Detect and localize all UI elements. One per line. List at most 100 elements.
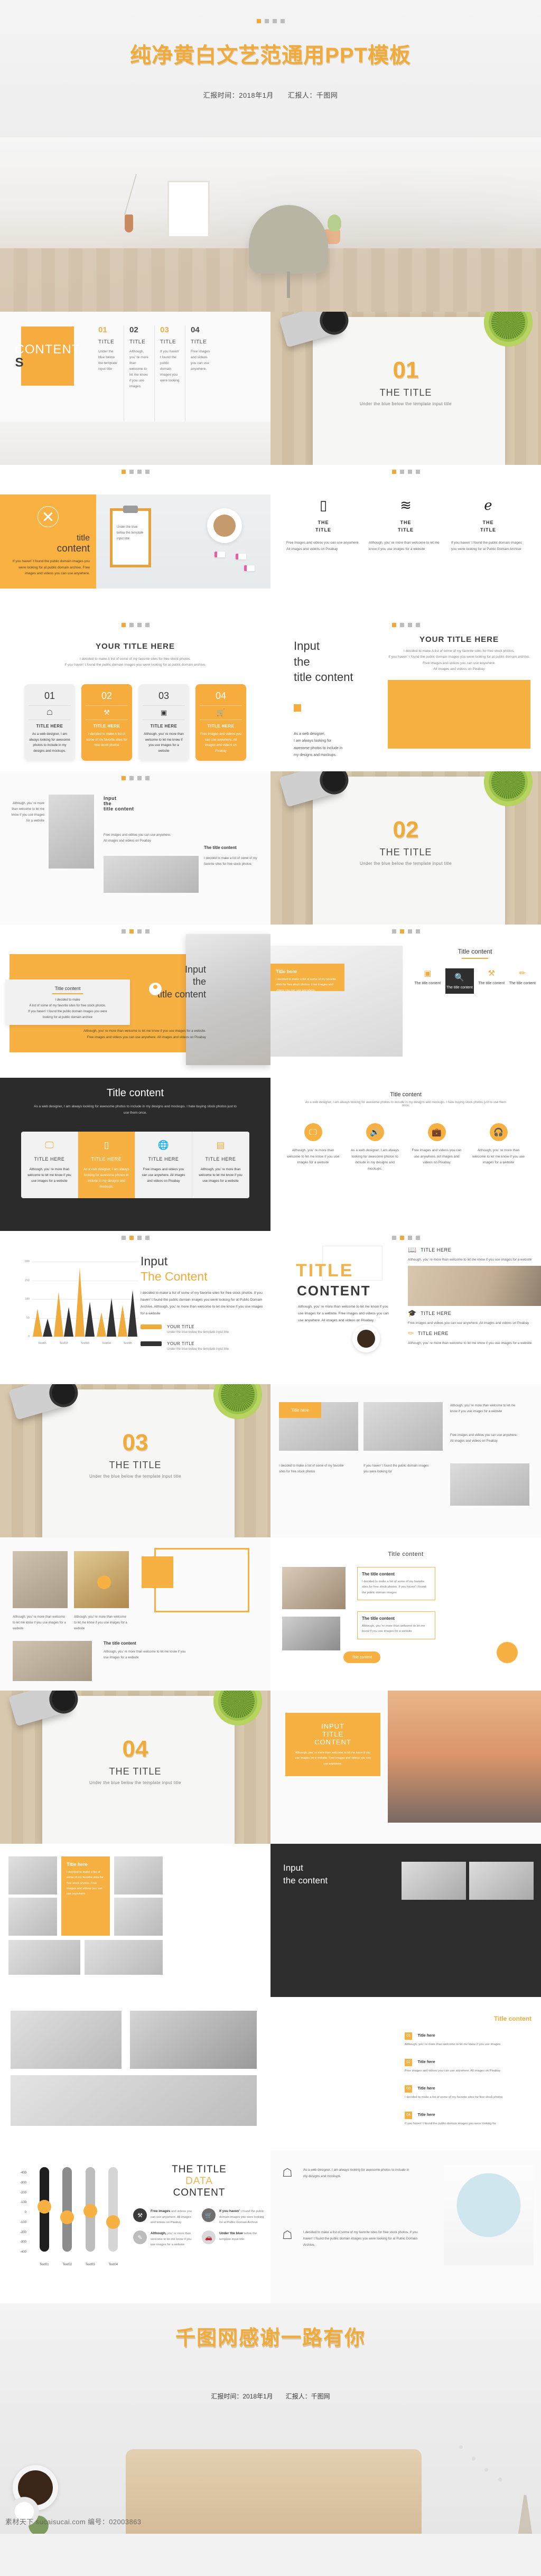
dark-cell-4[interactable]: ▤ TITLE HERE Although, you’ re more than… bbox=[192, 1131, 249, 1199]
icon-cell-2[interactable]: ≋ THE TITLE Although, you’ re more than w… bbox=[365, 498, 447, 552]
caption-title: The title content bbox=[204, 845, 237, 850]
slider-knob[interactable] bbox=[37, 2200, 51, 2214]
card-01[interactable]: 01 ☖ TITLE HERE As a web designer, I am … bbox=[24, 684, 75, 761]
card-text: As a web designer, I am always looking f… bbox=[29, 732, 70, 753]
side-text: If you haven’ t found the public domain … bbox=[363, 1464, 429, 1474]
split-body: Although, you’ re more than welcome to l… bbox=[298, 1305, 389, 1322]
camera-cards-title: Title content bbox=[388, 1551, 424, 1557]
slider-item-4[interactable]: 🚗 Under the blue below the template inpu… bbox=[202, 2230, 265, 2247]
col-num: 02 bbox=[129, 325, 138, 334]
slider-knob[interactable] bbox=[83, 2204, 97, 2218]
round-icon-1[interactable]: 🖵 Although, you’ re more than welcome to… bbox=[282, 1123, 344, 1172]
person-icon: ☖ bbox=[282, 2228, 293, 2242]
list-item-4[interactable]: 04 Title here If you haven’ t found the … bbox=[405, 2109, 531, 2126]
photo-wide bbox=[11, 2075, 257, 2126]
item-bold: Although, bbox=[151, 2232, 166, 2236]
panel-title-2: content bbox=[57, 543, 90, 554]
row-cards-input: YOUR TITLE HERE I decided to make A list… bbox=[0, 618, 541, 771]
icon-cell-3[interactable]: ℯ THE TITLE If you haven’ t found the pub… bbox=[447, 498, 529, 552]
dark-cell-2[interactable]: ▯ TITLE HERE As a web designer, I am alw… bbox=[78, 1131, 135, 1199]
desk-photo bbox=[408, 1266, 541, 1306]
dark-cell-3[interactable]: 🌐 TITLE HERE Free images and videos you … bbox=[135, 1131, 192, 1199]
item-title: TITLE HERE bbox=[421, 1247, 452, 1253]
cell-text: Although, you’ re more than welcome to l… bbox=[27, 1167, 71, 1183]
slider-item-1[interactable]: ⚒ Free images and videos you can use any… bbox=[133, 2208, 197, 2225]
contents-col-2[interactable]: 02 TITLE Although, you' re more than wel… bbox=[124, 325, 154, 423]
mini-card-3[interactable]: ⚒ The title content bbox=[478, 968, 505, 994]
city-cards-slide: Although, you’ re more than welcome to l… bbox=[0, 1537, 270, 1691]
slider-item-2[interactable]: 🛒 If you haven’ t found the public domai… bbox=[202, 2208, 265, 2225]
card-03[interactable]: 03 ▣ TITLE HERE Although, you’ re more t… bbox=[138, 684, 189, 761]
cell-text: Although, you’ re more than welcome to l… bbox=[199, 1167, 242, 1183]
legend-row-1: YOUR TITLE bbox=[141, 1324, 263, 1330]
slider-knob[interactable] bbox=[60, 2210, 74, 2224]
icon-cell-1[interactable]: ▯ THE TITLE Free images and videos you ca… bbox=[282, 498, 365, 552]
slider-track[interactable] bbox=[106, 2167, 120, 2252]
photo-5 bbox=[8, 1940, 80, 1975]
list-item-3[interactable]: 03 Title here I decided to make a list o… bbox=[405, 2083, 531, 2100]
orange-panel: INPUT TITLE CONTENT Although, you’ re mo… bbox=[285, 1713, 380, 1776]
box-text: Although, you’ re more than welcome to l… bbox=[362, 1625, 425, 1634]
monitor-icon: 🖵 bbox=[45, 1140, 54, 1150]
slider-track[interactable] bbox=[60, 2167, 74, 2252]
right-body: I decided to make A list of some of my f… bbox=[388, 649, 530, 671]
rose bbox=[5, 2497, 53, 2534]
cart-icon: 🛒 bbox=[202, 2208, 216, 2222]
round-icon-3[interactable]: 💼 Free images and videos you can use any… bbox=[406, 1123, 468, 1172]
bar bbox=[128, 1290, 138, 1337]
outline-box-1[interactable]: The title content I decided to make a li… bbox=[357, 1567, 435, 1601]
camera-cards-slide: Title content The title content I decide… bbox=[270, 1537, 541, 1691]
divider-title: THE TITLE bbox=[379, 847, 432, 857]
dot-indicator bbox=[270, 618, 541, 627]
caption-text: Although, you’ re more than welcome to l… bbox=[104, 1650, 186, 1659]
person-icon: ☖ bbox=[282, 2166, 293, 2179]
big-title: TITLE bbox=[296, 1261, 354, 1281]
orange-block: Title here I decided to make a list of s… bbox=[61, 1856, 110, 1936]
bar bbox=[42, 1319, 52, 1337]
x-tick-label: Text01 bbox=[38, 1342, 47, 1345]
location-pin-icon bbox=[149, 983, 162, 995]
eiffel-tower bbox=[518, 2486, 533, 2534]
four-round-icons-slide: Title content As a web designer, I am al… bbox=[270, 1078, 541, 1231]
card-text: Although, you’ re more than welcome to l… bbox=[144, 732, 184, 753]
outline-box-2[interactable]: The title content Although, you’ re more… bbox=[357, 1611, 435, 1639]
title-list-slide: Title content 01 Title here Although, yo… bbox=[270, 1997, 541, 2150]
contents-col-1[interactable]: 01 TITLE Under the blue below the templa… bbox=[93, 325, 124, 423]
mini-card-2[interactable]: 🔍 The title content bbox=[445, 968, 474, 994]
x-tick-label: Text01 bbox=[39, 2263, 49, 2266]
list-item-1[interactable]: 01 Title here Although, you’ re more tha… bbox=[405, 2030, 531, 2047]
bar-group bbox=[32, 1309, 52, 1337]
contents-col-4[interactable]: 04 TITLE Free images and videos you can … bbox=[185, 325, 216, 423]
slider-track[interactable] bbox=[83, 2167, 97, 2252]
round-icon-2[interactable]: 🔊 As a web designer, I am always looking… bbox=[344, 1123, 406, 1172]
mini-card-4[interactable]: ✏ The title content bbox=[509, 968, 536, 994]
dark-title: Title content bbox=[106, 1087, 164, 1099]
split-item-2[interactable]: 🎓 TITLE HERE Free images and videos you c… bbox=[408, 1309, 541, 1326]
y-tick-label: -400 bbox=[20, 2171, 26, 2174]
split-item-1[interactable]: 📖 TITLE HERE Although, you’ re more than … bbox=[408, 1246, 541, 1263]
slider-item-3[interactable]: ✎ Although, you’ re more than welcome to… bbox=[133, 2230, 197, 2247]
col-text: Free images and videos you can use anywh… bbox=[191, 350, 210, 371]
card-02[interactable]: 02 ⚒ TITLE HERE I decided to make A list… bbox=[81, 684, 132, 761]
y-tick-label: -100 bbox=[20, 2220, 26, 2224]
four-cards-slide: YOUR TITLE HERE I decided to make A list… bbox=[0, 618, 270, 771]
cell-title: TITLE HERE bbox=[34, 1156, 65, 1162]
card-04[interactable]: 04 🛒 TITLE HERE Free images and videos y… bbox=[195, 684, 246, 761]
person-slide: ☖ As a web designer, I am always looking… bbox=[270, 2150, 541, 2303]
mobile-icon: ▯ bbox=[104, 1140, 109, 1150]
pill-label[interactable]: Title content bbox=[343, 1651, 380, 1663]
round-icon-text: Although, you’ re more than welcome to l… bbox=[472, 1149, 525, 1165]
list-item-2[interactable]: 02 Title here Free images and videos you… bbox=[405, 2056, 531, 2074]
contents-col-3[interactable]: 03 TITLE If you haven' t found the publi… bbox=[154, 325, 185, 423]
big-content: CONTENT bbox=[297, 1283, 371, 1299]
slider-track[interactable] bbox=[37, 2167, 51, 2252]
split-item-3[interactable]: ✏ TITLE HERE Although, you’ re more than … bbox=[408, 1329, 541, 1346]
slider-knob[interactable] bbox=[106, 2215, 120, 2229]
keyboard-photo bbox=[282, 1617, 340, 1650]
dark-cell-1[interactable]: 🖵 TITLE HERE Although, you’ re more than… bbox=[21, 1131, 78, 1199]
round-icon-4[interactable]: 🎧 Although, you’ re more than welcome to… bbox=[468, 1123, 529, 1172]
orange-circle bbox=[497, 1642, 518, 1663]
col-text: Although, you' re more than welcome to l… bbox=[129, 350, 148, 389]
mini-card-1[interactable]: ▣ The title content bbox=[414, 968, 441, 994]
x-tick-label: Text03 bbox=[80, 1342, 90, 1345]
